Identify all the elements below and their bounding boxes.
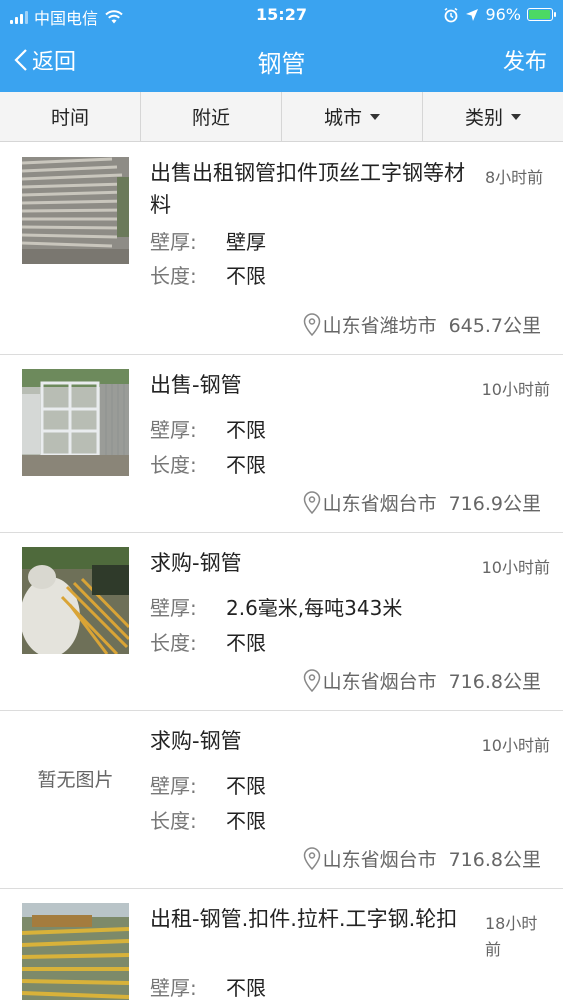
location-text: 山东省烟台市 — [322, 493, 437, 515]
filter-label: 城市 — [323, 107, 362, 129]
listing-list: 出售出租钢管扣件顶丝工字钢等材料 8小时前 壁厚: 壁厚 长度: 不限 山东省潍坊市… — [0, 143, 563, 1000]
battery-icon — [527, 8, 556, 21]
distance-text: 716.8公里 — [448, 671, 541, 693]
listing-title: 求购-钢管 — [150, 729, 242, 753]
listing-title: 求购-钢管 — [150, 551, 242, 575]
battery-percent: 96% — [485, 5, 521, 24]
publish-button[interactable]: 发布 — [503, 44, 547, 76]
location-text: 山东省烟台市 — [322, 849, 437, 871]
list-item[interactable]: 出售出租钢管扣件顶丝工字钢等材料 8小时前 壁厚: 壁厚 长度: 不限 山东省潍坊市… — [0, 143, 563, 355]
filter-label: 时间 — [50, 107, 89, 129]
listing-title: 出租-钢管.扣件.拉杆.工字钢.轮扣 — [150, 907, 458, 931]
listing-title: 出售出租钢管扣件顶丝工字钢等材料 — [150, 161, 465, 217]
location-pin-icon — [303, 846, 320, 870]
location-pin-icon — [303, 312, 320, 336]
listing-thumbnail — [22, 369, 129, 476]
nav-bar: 返回 钢管 发布 — [0, 30, 563, 92]
status-bar: 中国电信 15:27 96% — [0, 0, 563, 30]
thickness-value: 2.6毫米,每吨343米 — [226, 596, 403, 620]
location-arrow-icon — [466, 8, 479, 21]
list-item[interactable]: 出售-钢管 10小时前 壁厚: 不限 长度: 不限 山东省烟台市 716.9公里 — [0, 355, 563, 533]
thickness-value: 不限 — [226, 418, 266, 442]
length-value: 不限 — [226, 809, 266, 833]
thickness-label: 壁厚: — [150, 976, 197, 1000]
listing-thumbnail — [22, 157, 129, 264]
listing-thumbnail — [22, 903, 129, 1000]
caret-down-icon — [370, 113, 380, 120]
filter-bar: 时间 附近 城市 类别 — [0, 92, 563, 142]
location-text: 山东省潍坊市 — [322, 315, 437, 337]
listing-location: 山东省烟台市 716.8公里 — [303, 845, 541, 872]
filter-label: 类别 — [464, 107, 503, 129]
listing-title: 出售-钢管 — [150, 373, 242, 397]
length-value: 不限 — [226, 453, 266, 477]
filter-nearby[interactable]: 附近 — [141, 92, 282, 141]
location-pin-icon — [303, 668, 320, 692]
list-item[interactable]: 出租-钢管.扣件.拉杆.工字钢.轮扣 18小时前 壁厚: 不限 — [0, 889, 563, 1000]
length-value: 不限 — [226, 631, 266, 655]
thickness-value: 壁厚 — [226, 230, 266, 254]
filter-label: 附近 — [191, 107, 230, 129]
length-value: 不限 — [226, 264, 266, 288]
filter-city[interactable]: 城市 — [282, 92, 423, 141]
distance-text: 716.8公里 — [448, 849, 541, 871]
listing-time: 10小时前 — [481, 380, 550, 399]
thickness-value: 不限 — [226, 976, 266, 1000]
listing-time: 10小时前 — [481, 736, 550, 755]
thickness-label: 壁厚: — [150, 596, 197, 620]
thickness-value: 不限 — [226, 774, 266, 798]
thickness-label: 壁厚: — [150, 418, 197, 442]
list-item[interactable]: 暂无图片 求购-钢管 10小时前 壁厚: 不限 长度: 不限 山东省烟台市 716.… — [0, 711, 563, 889]
listing-time: 8小时前 — [485, 168, 544, 187]
listing-location: 山东省烟台市 716.9公里 — [303, 489, 541, 516]
thickness-label: 壁厚: — [150, 774, 197, 798]
listing-thumbnail — [22, 547, 129, 654]
alarm-icon — [444, 7, 458, 22]
listing-location: 山东省潍坊市 645.7公里 — [303, 311, 541, 338]
listing-time: 10小时前 — [481, 558, 550, 577]
location-pin-icon — [303, 490, 320, 514]
page-title: 钢管 — [257, 50, 306, 78]
listing-location: 山东省烟台市 716.8公里 — [303, 667, 541, 694]
distance-text: 645.7公里 — [448, 315, 541, 337]
list-item[interactable]: 求购-钢管 10小时前 壁厚: 2.6毫米,每吨343米 长度: 不限 山东省烟台市… — [0, 533, 563, 711]
thickness-label: 壁厚: — [150, 230, 197, 254]
length-label: 长度: — [150, 453, 197, 477]
filter-category[interactable]: 类别 — [423, 92, 563, 141]
location-text: 山东省烟台市 — [322, 671, 437, 693]
length-label: 长度: — [150, 264, 197, 288]
listing-time: 18小时前 — [485, 914, 538, 959]
filter-time[interactable]: 时间 — [0, 92, 141, 141]
distance-text: 716.9公里 — [448, 493, 541, 515]
no-image-placeholder: 暂无图片 — [37, 769, 114, 791]
length-label: 长度: — [150, 809, 197, 833]
caret-down-icon — [511, 113, 521, 120]
length-label: 长度: — [150, 631, 197, 655]
